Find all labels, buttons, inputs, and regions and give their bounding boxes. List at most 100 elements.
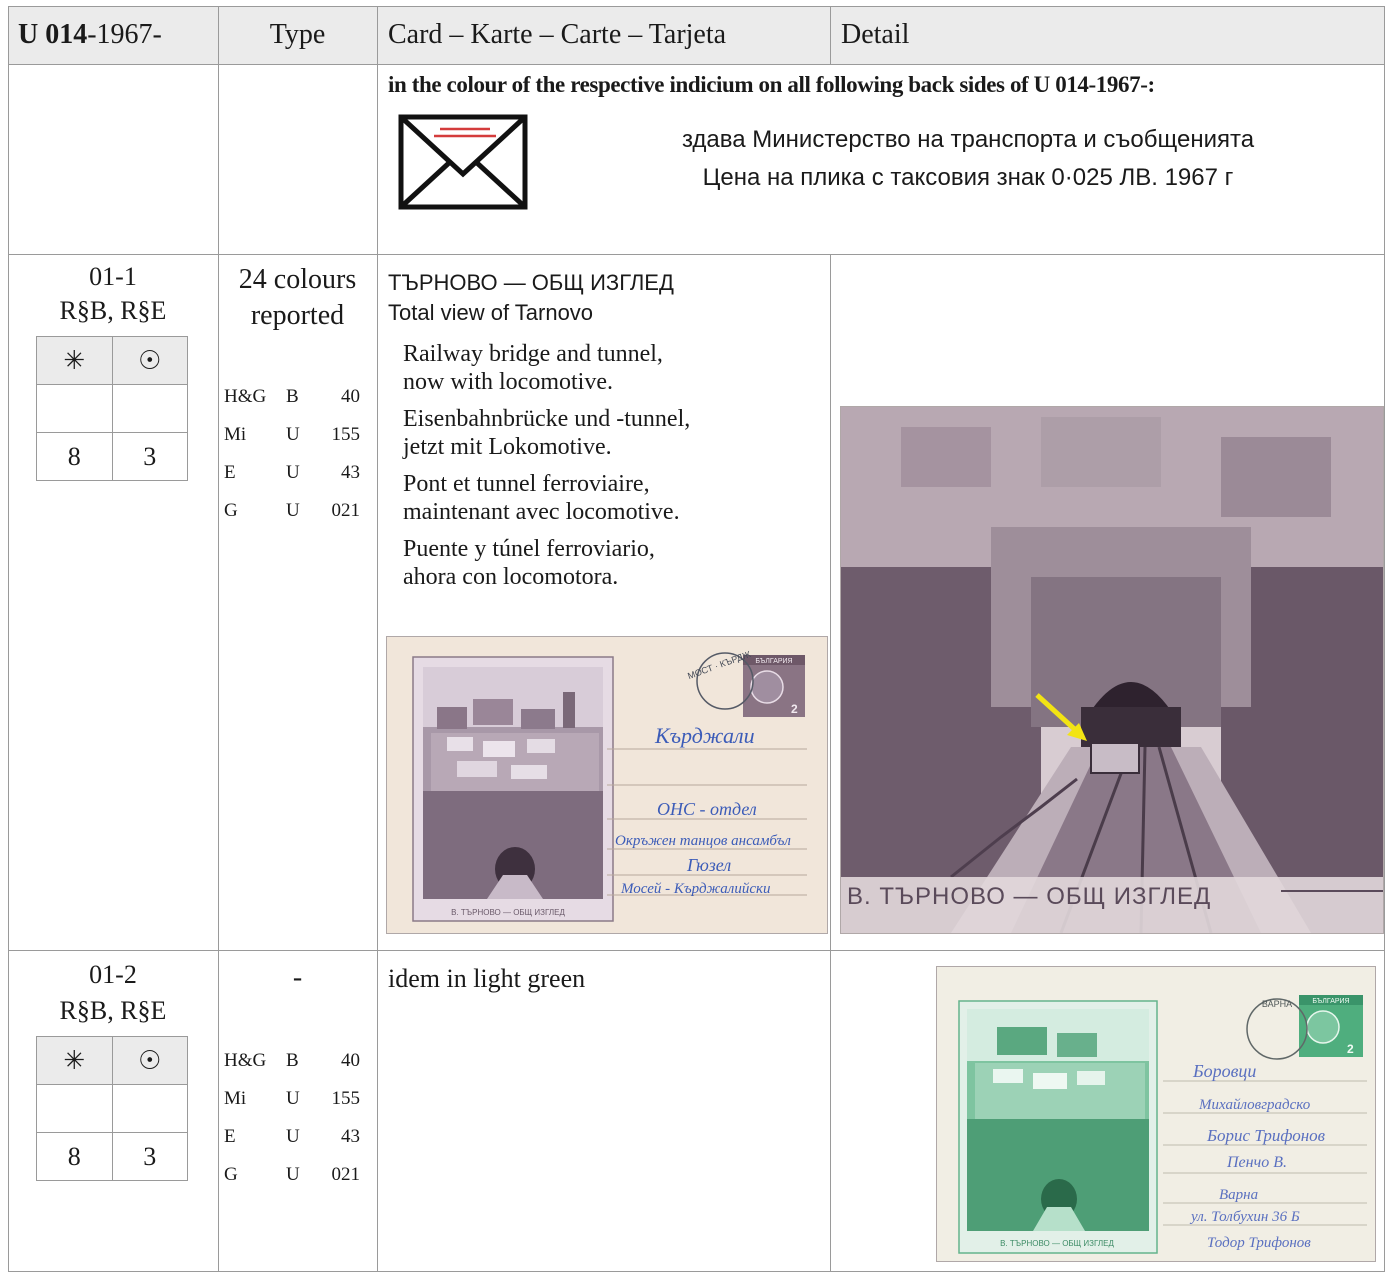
detail-caption: В. ТЪРНОВО — ОБЩ ИЗГЛЕД: [847, 883, 1211, 910]
row2-catalogs: H&G B 40 Mi U 155 E U 43 G U 021: [224, 1042, 360, 1194]
catalog-number: 43: [341, 462, 360, 483]
rule-bottom: [8, 1271, 1385, 1272]
row1-title: ТЪРНОВО — ОБЩ ИЗГЛЕД Total view of Tarno…: [388, 268, 674, 328]
mint-symbol: ✳: [63, 345, 86, 375]
header-type: Type: [269, 19, 326, 50]
row1-type-line1: 24 colours: [238, 264, 357, 295]
row1-type: 24 colours reported: [218, 262, 377, 334]
card-handwriting: Борис Трифонов: [1206, 1126, 1326, 1145]
desc-line: Puente y túnel ferroviario,: [403, 536, 655, 562]
header-card: Card – Karte – Carte – Tarjeta: [388, 19, 727, 50]
catalog-name: G: [224, 500, 238, 521]
intro-line1: здава Министерство на транспорта и съобщ…: [681, 126, 1255, 153]
desc-line: maintenant avec locomotive.: [403, 499, 680, 525]
card-stamp-value: 2: [791, 702, 798, 716]
catalog-name: G: [224, 1164, 238, 1185]
card-handwriting: Мосей - Кърджалийски: [620, 881, 771, 897]
card-handwriting: Варна: [1219, 1187, 1258, 1203]
rule-intro: [8, 254, 1385, 255]
catalog-name: E: [224, 462, 236, 483]
catalog-entry: E U 43: [224, 1118, 360, 1156]
catalog-entry: Mi U 155: [224, 416, 360, 454]
row1-card-image: В. ТЪРНОВО — ОБЩ ИЗГЛЕД БЪЛГАРИЯ 2 МОСТ …: [386, 636, 828, 934]
mint-symbol: ✳: [63, 1045, 86, 1075]
catalog-letter: U: [286, 462, 300, 483]
card-stamp-country: БЪЛГАРИЯ: [755, 658, 792, 665]
row2-type: -: [292, 962, 303, 993]
desc-line: ahora con locomotora.: [403, 564, 619, 590]
row1-catalogs: H&G B 40 Mi U 155 E U 43 G U 021: [224, 378, 360, 530]
row2-id: 01-2: [89, 960, 137, 989]
header-code-bold: U 014: [18, 19, 88, 50]
used-symbol: ☉: [111, 1037, 188, 1084]
row1-value-table: ✳ ☉ 83: [36, 336, 188, 481]
row1-descriptions: Railway bridge and tunnel, now with locom…: [403, 340, 690, 591]
card-stamp-value: 2: [1347, 1042, 1354, 1056]
rule-col2: [377, 6, 378, 1272]
card-handwriting: ОНС - отдел: [657, 799, 757, 819]
mint-value: 8: [67, 1141, 81, 1171]
rule-right: [1384, 6, 1385, 1272]
catalog-number: 021: [331, 500, 361, 521]
intro-note: in the colour of the respective indicium…: [388, 72, 1155, 97]
card-stamp-country: БЪЛГАРИЯ: [1312, 998, 1349, 1005]
desc-line: now with locomotive.: [403, 369, 613, 395]
row2-printing: R§B, R§E: [59, 996, 167, 1025]
card-handwriting: Гюзел: [686, 855, 731, 875]
rule-left: [8, 6, 9, 1272]
catalog-letter: U: [286, 424, 300, 445]
used-value: 3: [111, 433, 188, 480]
card-caption: В. ТЪРНОВО — ОБЩ ИЗГЛЕД: [1000, 1239, 1114, 1248]
rule-col1: [218, 6, 219, 1272]
header-code-rest: -1967-: [87, 19, 162, 50]
desc-line: jetzt mit Lokomotive.: [403, 434, 612, 460]
used-empty: [111, 1085, 188, 1132]
catalog-number: 155: [331, 1088, 361, 1109]
row1-detail-image: В. ТЪРНОВО — ОБЩ ИЗГЛЕД: [840, 406, 1384, 934]
used-empty: [111, 385, 188, 432]
catalog-name: E: [224, 1126, 236, 1147]
row2-card-image: В. ТЪРНОВО — ОБЩ ИЗГЛЕД БЪЛГАРИЯ 2 ВАРНА…: [936, 966, 1376, 1262]
desc-en: Railway bridge and tunnel, now with locom…: [403, 340, 690, 396]
desc-fr: Pont et tunnel ferroviaire, maintenant av…: [403, 470, 690, 526]
row1-type-line2: reported: [250, 300, 345, 331]
desc-line: Pont et tunnel ferroviaire,: [403, 471, 650, 497]
catalog-entry: G U 021: [224, 1156, 360, 1194]
intro-line2: Цена на плика с таксовия знак 0·025 ЛВ. …: [702, 164, 1234, 191]
catalog-name: H&G: [224, 1050, 267, 1071]
mint-empty: [37, 385, 112, 432]
card-caption: В. ТЪРНОВО — ОБЩ ИЗГЛЕД: [451, 908, 565, 917]
catalog-number: 155: [331, 424, 361, 445]
row2-value-table: ✳ ☉ 83: [36, 1036, 188, 1181]
catalog-number: 40: [341, 386, 360, 407]
card-handwriting: ул. Толбухин 36 Б: [1189, 1209, 1300, 1225]
catalog-entry: Mi U 155: [224, 1080, 360, 1118]
desc-de: Eisenbahnbrücke und -tunnel, jetzt mit Lo…: [403, 405, 690, 461]
row1-printing: R§B, R§E: [59, 296, 167, 325]
title-bulgarian: ТЪРНОВО — ОБЩ ИЗГЛЕД: [388, 270, 674, 295]
catalog-entry: H&G B 40: [224, 1042, 360, 1080]
card-postmark: ВАРНА: [1262, 999, 1292, 1009]
catalog-letter: B: [286, 386, 299, 407]
envelope-icon: [398, 114, 528, 210]
catalog-name: Mi: [224, 424, 247, 445]
header-code: U 014-1967-: [18, 6, 162, 64]
catalog-entry: H&G B 40: [224, 378, 360, 416]
catalog-name: H&G: [224, 386, 267, 407]
catalog-name: Mi: [224, 1088, 247, 1109]
row2-description: idem in light green: [388, 964, 586, 993]
catalog-entry: E U 43: [224, 454, 360, 492]
used-symbol: ☉: [111, 337, 188, 384]
rule-header: [8, 64, 1385, 65]
catalog-letter: U: [286, 1126, 300, 1147]
mint-empty: [37, 1085, 112, 1132]
catalog-entry: G U 021: [224, 492, 360, 530]
mint-value: 8: [67, 441, 81, 471]
used-value: 3: [111, 1133, 188, 1180]
catalog-number: 43: [341, 1126, 360, 1147]
desc-line: Eisenbahnbrücke und -tunnel,: [403, 406, 691, 432]
title-english: Total view of Tarnovo: [388, 300, 594, 325]
catalog-number: 40: [341, 1050, 360, 1071]
header-detail: Detail: [841, 19, 910, 50]
card-handwriting: Окръжен танцов ансамбъл: [615, 833, 791, 849]
